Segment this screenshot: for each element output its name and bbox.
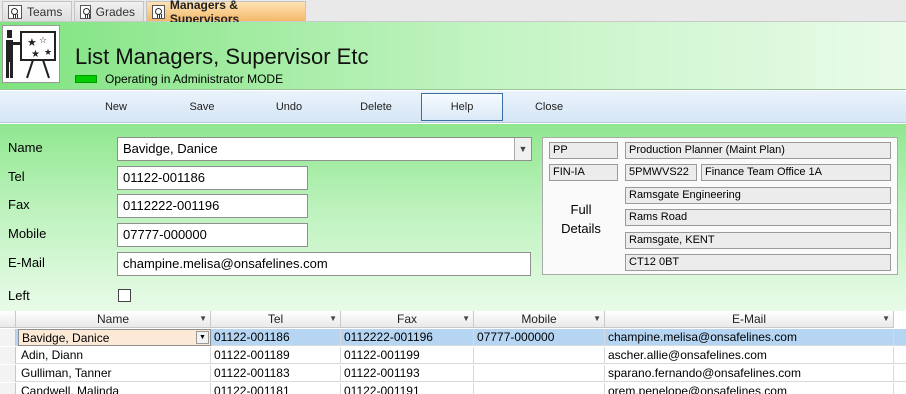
email-cell[interactable]: orem.penelope@onsafelines.com xyxy=(605,383,894,394)
postcode-field: CT12 0BT xyxy=(625,254,891,271)
chevron-down-icon[interactable]: ▼ xyxy=(882,311,890,327)
form-header: ★ ☆ ★ ★ List Managers, Supervisor Etc Op… xyxy=(0,22,906,90)
tel-cell[interactable]: 01122-001189 xyxy=(211,347,341,364)
left-checkbox[interactable] xyxy=(118,289,131,302)
address-line3-field: Ramsgate, KENT xyxy=(625,232,891,249)
column-header-name[interactable]: Name ▼ xyxy=(16,311,211,328)
column-header-mobile-label: Mobile xyxy=(521,312,557,326)
mode-status-light xyxy=(75,75,97,83)
grade-code-field: PP xyxy=(549,142,618,159)
cell-text: Bavidge, Danice xyxy=(22,331,110,345)
undo-button[interactable]: Undo xyxy=(248,93,330,121)
table-row[interactable]: Candwell, Malinda 01122-001181 01122-001… xyxy=(0,383,906,394)
email-label: E-Mail xyxy=(8,255,45,270)
fax-cell[interactable]: 0112222-001196 xyxy=(341,329,474,346)
row-selector[interactable] xyxy=(0,329,16,346)
fax-label: Fax xyxy=(8,197,30,212)
name-cell[interactable]: Bavidge, Danice ▼ xyxy=(18,329,211,346)
chevron-down-icon[interactable]: ▼ xyxy=(329,311,337,327)
mobile-cell[interactable] xyxy=(474,365,605,382)
email-field[interactable]: champine.melisa@onsafelines.com xyxy=(117,252,531,276)
form-icon xyxy=(152,4,165,19)
name-cell[interactable]: Candwell, Malinda xyxy=(18,383,211,394)
mobile-cell[interactable]: 07777-000000 xyxy=(474,329,605,346)
tab-teams-label: Teams xyxy=(27,4,63,19)
name-cell[interactable]: Adin, Diann xyxy=(18,347,211,364)
team-code-field: FIN-IA xyxy=(549,164,618,181)
left-label: Left xyxy=(8,288,30,303)
svg-text:☆: ☆ xyxy=(39,36,47,46)
save-button[interactable]: Save xyxy=(161,93,243,121)
row-selector[interactable] xyxy=(0,365,16,382)
address-line2-field: Rams Road xyxy=(625,209,891,226)
chevron-down-icon[interactable]: ▼ xyxy=(196,331,209,344)
column-header-name-label: Name xyxy=(96,312,129,326)
svg-text:★: ★ xyxy=(27,36,37,49)
mobile-cell[interactable] xyxy=(474,383,605,394)
column-header-tel[interactable]: Tel ▼ xyxy=(211,311,341,328)
managers-datasheet: Name ▼ Tel ▼ Fax ▼ Mobile ▼ E-Mail ▼ Bav… xyxy=(0,311,906,394)
office-code-field: 5PMWVS22 xyxy=(625,164,697,181)
document-tab-bar: Teams Grades Managers & Supervisors xyxy=(0,0,906,26)
tab-grades-label: Grades xyxy=(95,4,135,19)
email-cell[interactable]: champine.melisa@onsafelines.com xyxy=(605,329,894,346)
manager-stars-logo-icon: ★ ☆ ★ ★ xyxy=(2,25,60,83)
tab-grades[interactable]: Grades xyxy=(74,1,144,21)
table-row[interactable]: Gulliman, Tanner 01122-001183 01122-0011… xyxy=(0,365,906,382)
fax-cell[interactable]: 01122-001193 xyxy=(341,365,474,382)
tel-field[interactable]: 01122-001186 xyxy=(117,166,308,190)
mobile-label: Mobile xyxy=(8,226,47,241)
fax-cell[interactable]: 01122-001199 xyxy=(341,347,474,364)
name-combo[interactable]: Bavidge, Danice ▼ xyxy=(117,137,532,161)
tab-managers-supervisors[interactable]: Managers & Supervisors xyxy=(146,0,306,26)
email-cell[interactable]: sparano.fernando@onsafelines.com xyxy=(605,365,894,382)
tel-label: Tel xyxy=(8,169,25,184)
select-all-corner[interactable] xyxy=(0,311,16,328)
column-header-email[interactable]: E-Mail ▼ xyxy=(605,311,894,328)
chevron-down-icon[interactable]: ▼ xyxy=(462,311,470,327)
mobile-field[interactable]: 07777-000000 xyxy=(117,223,308,247)
svg-text:★: ★ xyxy=(31,49,40,60)
row-selector[interactable] xyxy=(0,383,16,394)
close-button[interactable]: Close xyxy=(508,93,590,121)
office-name-field: Finance Team Office 1A xyxy=(701,164,891,181)
column-header-fax-label: Fax xyxy=(396,312,417,326)
column-header-mobile[interactable]: Mobile ▼ xyxy=(474,311,605,328)
email-cell[interactable]: ascher.allie@onsafelines.com xyxy=(605,347,894,364)
mobile-cell[interactable] xyxy=(474,347,605,364)
tel-cell[interactable]: 01122-001181 xyxy=(211,383,341,394)
chevron-down-icon[interactable]: ▼ xyxy=(199,311,207,327)
page-title: List Managers, Supervisor Etc xyxy=(75,44,369,69)
name-label: Name xyxy=(8,140,43,155)
svg-text:★: ★ xyxy=(44,48,52,58)
table-row[interactable]: Bavidge, Danice ▼ 01122-001186 0112222-0… xyxy=(0,329,906,346)
table-row[interactable]: Adin, Diann 01122-001189 01122-001199 as… xyxy=(0,347,906,364)
name-value: Bavidge, Danice xyxy=(123,141,218,156)
row-selector[interactable] xyxy=(0,347,16,364)
full-details-panel: PP Production Planner (Maint Plan) FIN-I… xyxy=(542,137,898,275)
command-toolbar: New Save Undo Delete Help Close xyxy=(0,91,906,123)
column-header-tel-label: Tel xyxy=(267,312,284,326)
fax-cell[interactable]: 01122-001191 xyxy=(341,383,474,394)
form-icon xyxy=(8,4,22,19)
new-button[interactable]: New xyxy=(75,93,157,121)
address-line1-field: Ramsgate Engineering xyxy=(625,187,891,204)
name-cell[interactable]: Gulliman, Tanner xyxy=(18,365,211,382)
mode-indicator: Operating in Administrator MODE xyxy=(75,72,283,86)
fax-field[interactable]: 0112222-001196 xyxy=(117,194,308,218)
chevron-down-icon[interactable]: ▼ xyxy=(514,138,531,160)
detail-form: Name Bavidge, Danice ▼ Tel 01122-001186 … xyxy=(0,124,906,311)
full-details-label: Full Details xyxy=(561,202,601,236)
tel-cell[interactable]: 01122-001186 xyxy=(211,329,341,346)
tab-teams[interactable]: Teams xyxy=(2,1,72,21)
mode-text: Operating in Administrator MODE xyxy=(105,72,284,86)
delete-button[interactable]: Delete xyxy=(335,93,417,121)
tel-cell[interactable]: 01122-001183 xyxy=(211,365,341,382)
form-icon xyxy=(80,4,91,19)
column-header-fax[interactable]: Fax ▼ xyxy=(341,311,474,328)
grade-name-field: Production Planner (Maint Plan) xyxy=(625,142,891,159)
help-button[interactable]: Help xyxy=(421,93,503,121)
column-header-email-label: E-Mail xyxy=(731,312,766,326)
chevron-down-icon[interactable]: ▼ xyxy=(593,311,601,327)
